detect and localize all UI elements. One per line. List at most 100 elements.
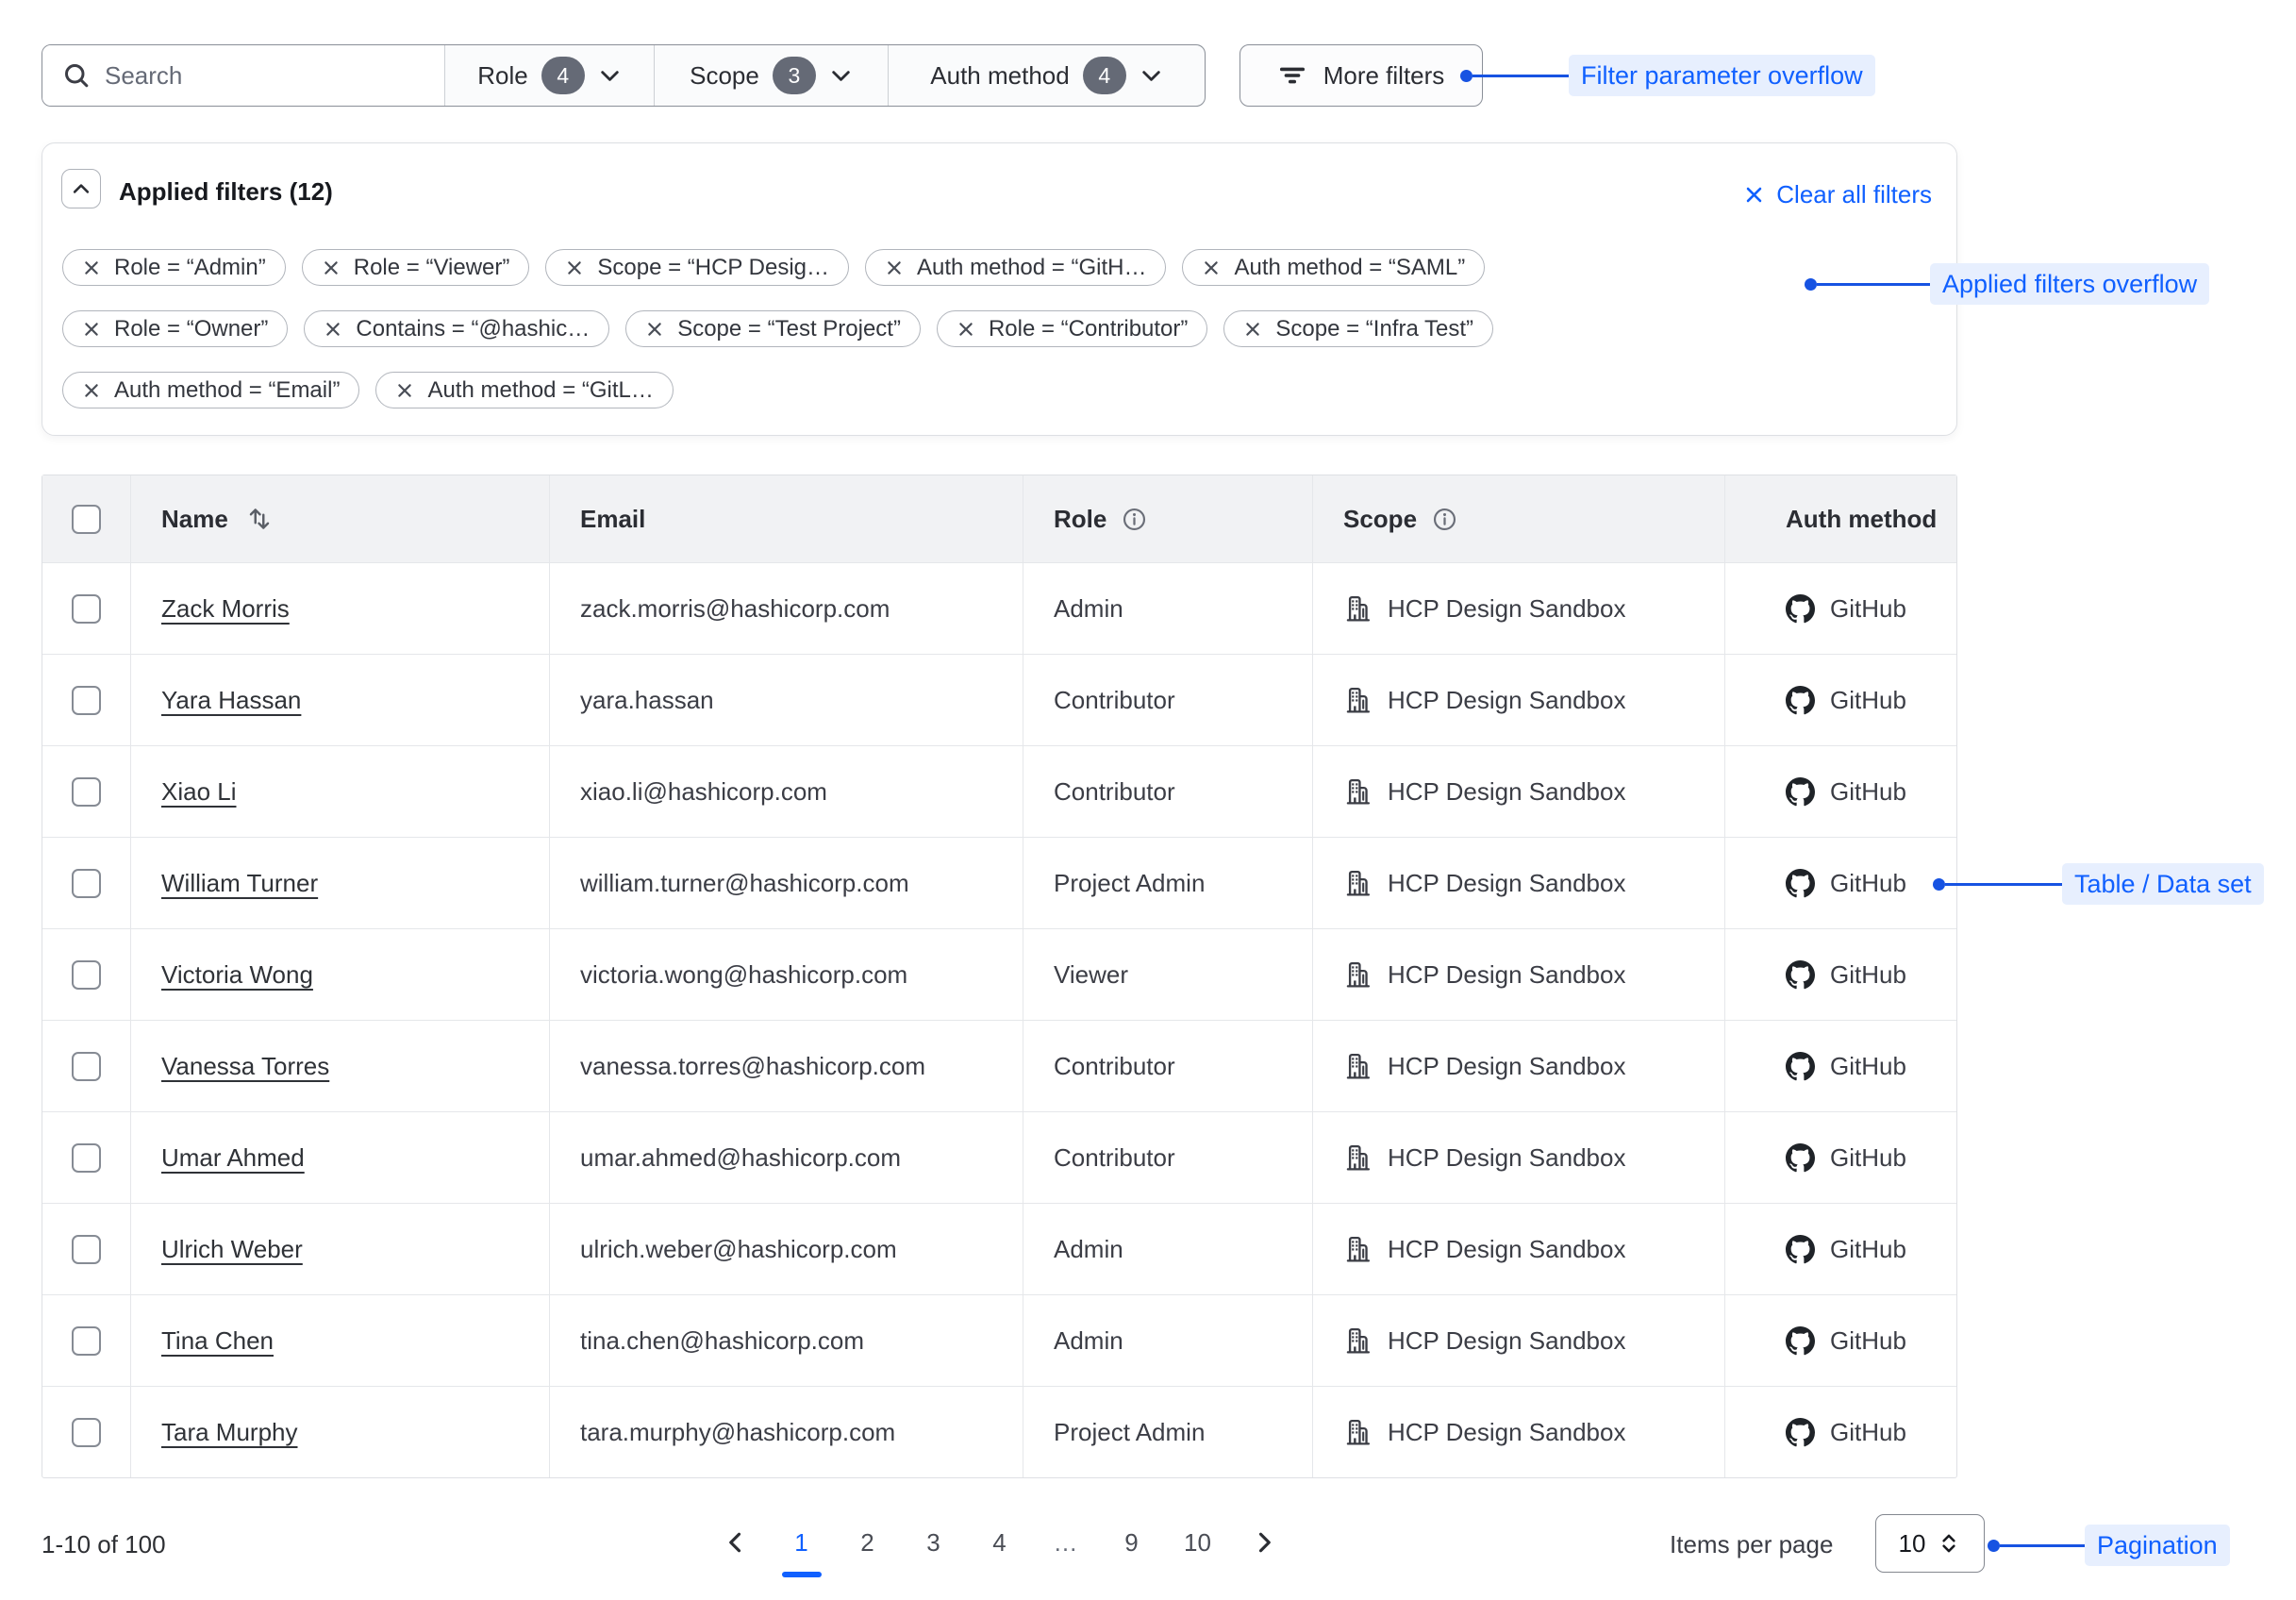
filter-chip[interactable]: Contains = “@hashic… — [304, 310, 609, 347]
select-all-checkbox[interactable] — [72, 505, 101, 534]
github-icon — [1786, 1418, 1815, 1447]
table-row: Xiao Li xiao.li@hashicorp.com Contributo… — [42, 745, 1956, 837]
remove-filter-icon[interactable] — [1202, 258, 1221, 277]
user-name-link[interactable]: William Turner — [161, 869, 318, 898]
auth-method-filter-dropdown[interactable]: Auth method 4 — [888, 45, 1205, 106]
github-icon — [1786, 1052, 1815, 1081]
page-button-1[interactable]: 1 — [783, 1517, 821, 1568]
next-page-button[interactable] — [1245, 1517, 1283, 1568]
user-name-link[interactable]: Yara Hassan — [161, 686, 301, 715]
user-auth-method: GitHub — [1830, 1326, 1906, 1356]
remove-filter-icon[interactable] — [324, 320, 342, 339]
filter-chip-label: Auth method = “GitH… — [917, 255, 1146, 281]
annotation-dot — [1805, 278, 1817, 291]
user-name-link[interactable]: Umar Ahmed — [161, 1143, 305, 1173]
remove-filter-icon[interactable] — [1243, 320, 1262, 339]
filter-chip[interactable]: Role = “Admin” — [62, 249, 286, 286]
info-icon[interactable] — [1122, 507, 1147, 532]
remove-filter-icon[interactable] — [565, 258, 584, 277]
table-row: Tina Chen tina.chen@hashicorp.com Admin … — [42, 1294, 1956, 1386]
chip-row: Role = “Owner” Contains = “@hashic… Scop… — [62, 310, 1493, 347]
org-building-icon — [1343, 777, 1373, 807]
filter-chip[interactable]: Role = “Viewer” — [302, 249, 530, 286]
filter-chip-label: Scope = “Test Project” — [677, 316, 901, 342]
user-scope: HCP Design Sandbox — [1388, 1418, 1625, 1447]
sort-icon[interactable] — [243, 503, 275, 535]
row-checkbox[interactable] — [72, 594, 101, 624]
user-name-link[interactable]: Vanessa Torres — [161, 1052, 329, 1081]
collapse-applied-filters-button[interactable] — [61, 169, 101, 208]
remove-filter-icon[interactable] — [82, 258, 101, 277]
page-button-4[interactable]: 4 — [981, 1517, 1019, 1568]
filter-chip-label: Role = “Contributor” — [989, 316, 1188, 342]
filter-chip[interactable]: Role = “Contributor” — [937, 310, 1207, 347]
user-auth-method: GitHub — [1830, 1052, 1906, 1081]
clear-all-filters-link[interactable]: Clear all filters — [1743, 180, 1932, 209]
github-icon — [1786, 686, 1815, 715]
page-button-10[interactable]: 10 — [1179, 1517, 1217, 1568]
row-checkbox[interactable] — [72, 960, 101, 990]
user-name-link[interactable]: Victoria Wong — [161, 960, 313, 990]
annotation-label: Table / Data set — [2062, 863, 2264, 905]
user-email: tina.chen@hashicorp.com — [580, 1326, 864, 1356]
table-row: Ulrich Weber ulrich.weber@hashicorp.com … — [42, 1203, 1956, 1294]
items-per-page-select[interactable]: 10 — [1875, 1514, 1985, 1573]
role-filter-dropdown[interactable]: Role 4 — [444, 45, 654, 106]
scope-filter-dropdown[interactable]: Scope 3 — [654, 45, 888, 106]
user-scope: HCP Design Sandbox — [1388, 1326, 1625, 1356]
items-per-page-label: Items per page — [1670, 1530, 1833, 1559]
remove-filter-icon[interactable] — [322, 258, 341, 277]
filter-bar: Search Role 4 Scope 3 Auth method 4 More… — [42, 44, 1483, 107]
table-row: William Turner william.turner@hashicorp.… — [42, 837, 1956, 928]
info-icon[interactable] — [1432, 507, 1457, 532]
filter-chip[interactable]: Auth method = “GitL… — [375, 372, 673, 408]
user-email: xiao.li@hashicorp.com — [580, 777, 827, 807]
filter-chip[interactable]: Scope = “Test Project” — [625, 310, 921, 347]
row-checkbox[interactable] — [72, 1143, 101, 1173]
more-filters-button[interactable]: More filters — [1240, 44, 1483, 107]
filter-chip[interactable]: Auth method = “GitH… — [865, 249, 1166, 286]
filter-chip[interactable]: Auth method = “Email” — [62, 372, 359, 408]
remove-filter-icon[interactable] — [957, 320, 975, 339]
page-button-2[interactable]: 2 — [849, 1517, 887, 1568]
remove-filter-icon[interactable] — [645, 320, 664, 339]
page-button-9[interactable]: 9 — [1113, 1517, 1151, 1568]
user-name-link[interactable]: Ulrich Weber — [161, 1235, 303, 1264]
page-button-3[interactable]: 3 — [915, 1517, 953, 1568]
filter-chip[interactable]: Role = “Owner” — [62, 310, 288, 347]
row-checkbox[interactable] — [72, 1235, 101, 1264]
role-filter-count-badge: 4 — [541, 57, 585, 94]
row-checkbox[interactable] — [72, 686, 101, 715]
column-header-name[interactable]: Name — [161, 505, 228, 534]
user-name-link[interactable]: Xiao Li — [161, 777, 237, 807]
row-checkbox[interactable] — [72, 777, 101, 807]
search-placeholder: Search — [105, 61, 182, 91]
chevron-down-icon — [1140, 64, 1163, 88]
user-scope: HCP Design Sandbox — [1388, 1052, 1625, 1081]
filter-chip[interactable]: Scope = “Infra Test” — [1223, 310, 1493, 347]
filter-chip-label: Auth method = “Email” — [114, 377, 340, 404]
user-role: Contributor — [1054, 777, 1175, 807]
remove-filter-icon[interactable] — [885, 258, 904, 277]
prev-page-button[interactable] — [717, 1517, 755, 1568]
row-checkbox[interactable] — [72, 869, 101, 898]
user-scope: HCP Design Sandbox — [1388, 1143, 1625, 1173]
applied-filters-title: Applied filters (12) — [119, 177, 333, 207]
user-name-link[interactable]: Tara Murphy — [161, 1418, 298, 1447]
remove-filter-icon[interactable] — [395, 381, 414, 400]
row-checkbox[interactable] — [72, 1052, 101, 1081]
user-name-link[interactable]: Tina Chen — [161, 1326, 274, 1356]
search-input[interactable]: Search — [42, 45, 444, 106]
row-checkbox[interactable] — [72, 1418, 101, 1447]
remove-filter-icon[interactable] — [82, 381, 101, 400]
filter-chip[interactable]: Scope = “HCP Desig… — [545, 249, 849, 286]
remove-filter-icon[interactable] — [82, 320, 101, 339]
user-email: yara.hassan — [580, 686, 714, 715]
filter-icon — [1278, 61, 1306, 90]
user-name-link[interactable]: Zack Morris — [161, 594, 290, 624]
filter-chip[interactable]: Auth method = “SAML” — [1182, 249, 1485, 286]
row-checkbox[interactable] — [72, 1326, 101, 1356]
table-header-row: Name Email Role Scope Auth method — [42, 475, 1956, 562]
chevron-right-icon — [1251, 1529, 1277, 1556]
items-per-page-value: 10 — [1899, 1529, 1926, 1558]
